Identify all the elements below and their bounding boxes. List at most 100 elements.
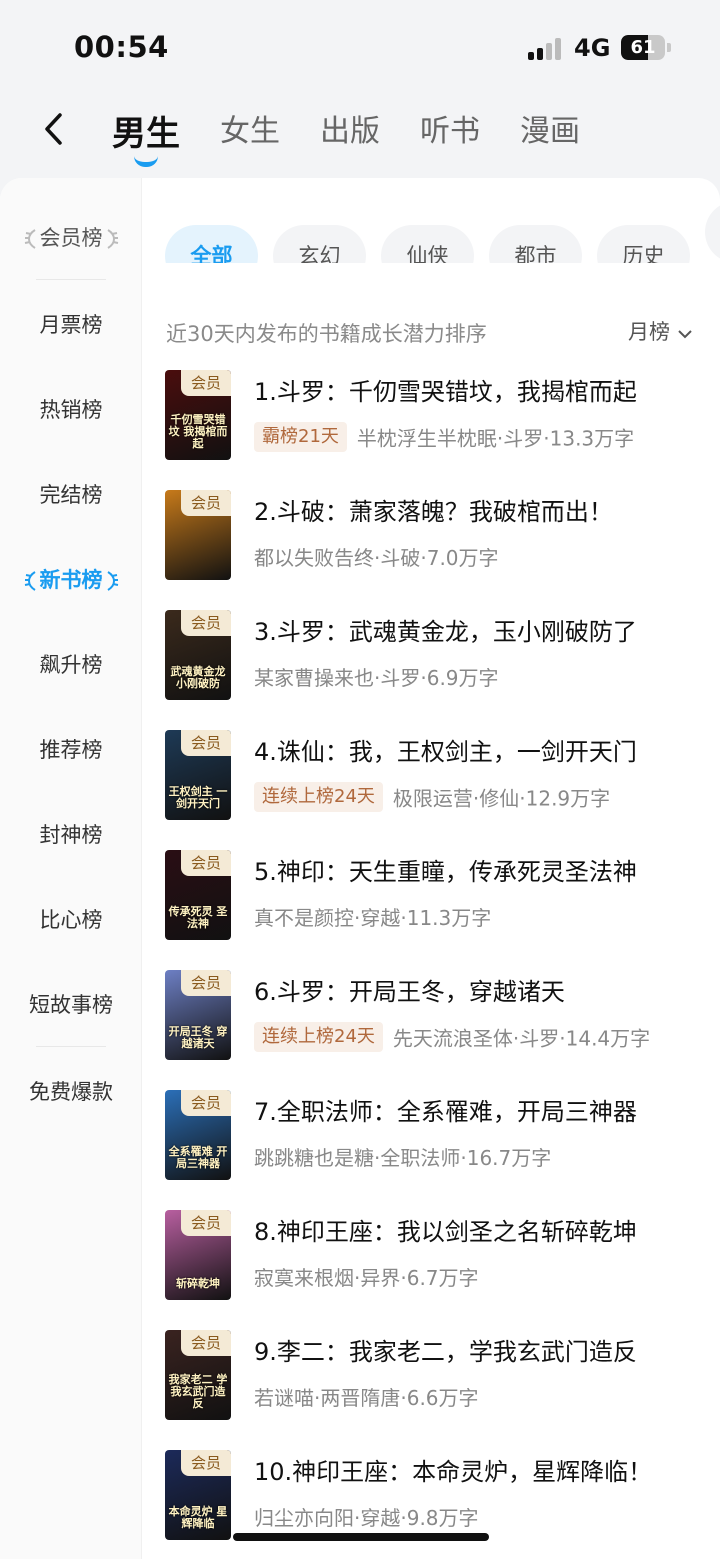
gender-tabs: 男生 女生 出版 听书 漫画 bbox=[112, 106, 580, 169]
book-item[interactable]: 会员全系罹难 开局三神器 7.全职法师：全系罹难，开局三神器跳跳糖也是糖·全职法师… bbox=[165, 1090, 705, 1182]
book-meta-row: 都以失败告终·斗破·7.0万字 bbox=[254, 542, 694, 574]
book-item[interactable]: 会员传承死灵 圣法神 5.神印：天生重瞳，传承死灵圣法神真不是颜控·穿越·11.3… bbox=[165, 850, 705, 942]
book-item[interactable]: 会员 斩碎乾坤 8.神印王座：我以剑圣之名斩碎乾坤寂寞来根烟·异界·6.7万字 bbox=[165, 1210, 705, 1302]
laurel-right-icon bbox=[106, 229, 118, 249]
battery-icon: 61 bbox=[621, 35, 671, 60]
sidebar-item-heart[interactable]: 比心榜 bbox=[0, 904, 142, 934]
book-cover[interactable]: 会员 bbox=[165, 490, 231, 580]
cover-title-art: 传承死灵 圣法神 bbox=[168, 905, 228, 930]
chip-xianxia[interactable]: 仙侠 bbox=[381, 225, 474, 263]
tab-publish[interactable]: 出版 bbox=[320, 106, 380, 169]
sort-label: 月榜 bbox=[628, 320, 670, 344]
sidebar-divider bbox=[36, 279, 106, 280]
vip-badge: 会员 bbox=[181, 610, 231, 636]
book-title[interactable]: 4.诛仙：我，王权剑主，一剑开天门 bbox=[254, 732, 694, 767]
book-title[interactable]: 3.斗罗：武魂黄金龙，玉小刚破防了 bbox=[254, 612, 694, 647]
book-cover[interactable]: 会员武魂黄金龙 小刚破防 bbox=[165, 610, 231, 700]
ranking-sidebar: 会员榜 月票榜 热销榜 完结榜 新书榜 飙升榜 推荐榜 封神榜 比心榜 短故事榜… bbox=[0, 178, 142, 1559]
cover-title-art: 本命灵炉 星辉降临 bbox=[168, 1505, 228, 1530]
chip-fantasy[interactable]: 玄幻 bbox=[273, 225, 366, 263]
book-meta: 跳跳糖也是糖·全职法师·16.7万字 bbox=[254, 1146, 552, 1170]
tab-female[interactable]: 女生 bbox=[220, 106, 280, 169]
laurel-left-icon bbox=[24, 571, 36, 591]
chip-history[interactable]: 历史 bbox=[597, 225, 690, 263]
book-title[interactable]: 7.全职法师：全系罹难，开局三神器 bbox=[254, 1092, 694, 1127]
sidebar-item-vip[interactable]: 会员榜 bbox=[0, 222, 142, 252]
chip-all[interactable]: 全部 bbox=[165, 225, 258, 263]
category-chips: 全部 玄幻 仙侠 都市 历史 bbox=[165, 201, 720, 263]
book-item[interactable]: 会员 开局王冬 穿越诸天 6.斗罗：开局王冬，穿越诸天 连续上榜24天 先天流浪圣体·斗… bbox=[165, 970, 705, 1062]
sidebar-item-monthly[interactable]: 月票榜 bbox=[0, 309, 142, 339]
book-item[interactable]: 会员 千仞雪哭错坟 我揭棺而起 1.斗罗：千仞雪哭错坟，我揭棺而起 霸榜21天 半枕浮生… bbox=[165, 370, 705, 462]
chip-more[interactable] bbox=[705, 201, 720, 263]
chevron-down-icon bbox=[677, 330, 692, 339]
book-title[interactable]: 9.李二：我家老二，学我玄武门造反 bbox=[254, 1332, 694, 1367]
book-title[interactable]: 6.斗罗：开局王冬，穿越诸天 bbox=[254, 972, 694, 1007]
book-cover[interactable]: 会员 开局王冬 穿越诸天 bbox=[165, 970, 231, 1060]
book-title[interactable]: 5.神印：天生重瞳，传承死灵圣法神 bbox=[254, 852, 694, 887]
sidebar-item-short-story[interactable]: 短故事榜 bbox=[0, 989, 142, 1019]
book-item[interactable]: 会员 王权剑主 一剑开天门 4.诛仙：我，王权剑主，一剑开天门 连续上榜24天 极限运营… bbox=[165, 730, 705, 822]
book-cover[interactable]: 会员 本命灵炉 星辉降临 bbox=[165, 1450, 231, 1540]
book-cover[interactable]: 会员 王权剑主 一剑开天门 bbox=[165, 730, 231, 820]
book-meta: 真不是颜控·穿越·11.3万字 bbox=[254, 906, 492, 930]
laurel-left-icon bbox=[24, 229, 36, 249]
book-title[interactable]: 8.神印王座：我以剑圣之名斩碎乾坤 bbox=[254, 1212, 694, 1247]
cover-title-art: 斩碎乾坤 bbox=[176, 1277, 220, 1290]
vip-badge: 会员 bbox=[181, 490, 231, 516]
laurel-right-icon bbox=[106, 571, 118, 591]
book-meta: 寂寞来根烟·异界·6.7万字 bbox=[254, 1266, 479, 1290]
list-description: 近30天内发布的书籍成长潜力排序 bbox=[166, 322, 487, 346]
back-button[interactable] bbox=[40, 112, 70, 146]
book-meta: 都以失败告终·斗破·7.0万字 bbox=[254, 546, 499, 570]
book-cover[interactable]: 会员我家老二 学我玄武门造反 bbox=[165, 1330, 231, 1420]
book-item[interactable]: 会员 本命灵炉 星辉降临 10.神印王座：本命灵炉，星辉降临！ 归尘亦向阳·穿越·9.… bbox=[165, 1450, 705, 1542]
sidebar-divider bbox=[36, 1046, 106, 1047]
book-title[interactable]: 10.神印王座：本命灵炉，星辉降临！ bbox=[254, 1452, 694, 1487]
cover-title-art: 我家老二 学我玄武门造反 bbox=[168, 1373, 228, 1410]
book-title[interactable]: 2.斗破：萧家落魄？我破棺而出！ bbox=[254, 492, 694, 527]
book-item[interactable]: 会员武魂黄金龙 小刚破防 3.斗罗：武魂黄金龙，玉小刚破防了某家曹操来也·斗罗·6… bbox=[165, 610, 705, 702]
signal-icon bbox=[528, 38, 564, 60]
sidebar-item-new[interactable]: 新书榜 bbox=[0, 564, 142, 594]
sidebar-item-legend[interactable]: 封神榜 bbox=[0, 819, 142, 849]
book-meta: 归尘亦向阳·穿越·9.8万字 bbox=[254, 1506, 479, 1530]
book-cover[interactable]: 会员全系罹难 开局三神器 bbox=[165, 1090, 231, 1180]
book-meta: 某家曹操来也·斗罗·6.9万字 bbox=[254, 666, 499, 690]
vip-badge: 会员 bbox=[181, 970, 231, 996]
status-time: 00:54 bbox=[74, 30, 169, 64]
header: 男生 女生 出版 听书 漫画 bbox=[0, 96, 720, 176]
book-meta-row: 归尘亦向阳·穿越·9.8万字 bbox=[254, 1502, 694, 1534]
vip-badge: 会员 bbox=[181, 730, 231, 756]
sidebar-item-label: 新书榜 bbox=[39, 568, 103, 592]
sidebar-item-label: 会员榜 bbox=[39, 226, 103, 250]
book-item[interactable]: 会员我家老二 学我玄武门造反 9.李二：我家老二，学我玄武门造反 若谜喵·两晋隋唐·… bbox=[165, 1330, 705, 1422]
book-meta-row: 跳跳糖也是糖·全职法师·16.7万字 bbox=[254, 1142, 694, 1174]
vip-badge: 会员 bbox=[181, 850, 231, 876]
book-item[interactable]: 会员 2.斗破：萧家落魄？我破棺而出！ 都以失败告终·斗破·7.0万字 bbox=[165, 490, 705, 582]
book-cover[interactable]: 会员 千仞雪哭错坟 我揭棺而起 bbox=[165, 370, 231, 460]
sidebar-item-rising[interactable]: 飙升榜 bbox=[0, 649, 142, 679]
sidebar-item-recommend[interactable]: 推荐榜 bbox=[0, 734, 142, 764]
vip-badge: 会员 bbox=[181, 370, 231, 396]
book-cover[interactable]: 会员 斩碎乾坤 bbox=[165, 1210, 231, 1300]
sidebar-item-hot[interactable]: 热销榜 bbox=[0, 394, 142, 424]
ranking-tag: 霸榜21天 bbox=[254, 422, 347, 452]
sort-dropdown[interactable]: 月榜 bbox=[628, 316, 693, 346]
main-content: 会员榜 月票榜 热销榜 完结榜 新书榜 飙升榜 推荐榜 封神榜 比心榜 短故事榜… bbox=[0, 178, 720, 1559]
chip-urban[interactable]: 都市 bbox=[489, 225, 582, 263]
cover-title-art: 武魂黄金龙 小刚破防 bbox=[170, 665, 226, 690]
sidebar-item-free[interactable]: 免费爆款 bbox=[0, 1076, 142, 1106]
book-title[interactable]: 1.斗罗：千仞雪哭错坟，我揭棺而起 bbox=[254, 372, 694, 407]
book-cover[interactable]: 会员传承死灵 圣法神 bbox=[165, 850, 231, 940]
cover-title-art: 全系罹难 开局三神器 bbox=[168, 1145, 228, 1170]
tab-audiobook[interactable]: 听书 bbox=[420, 106, 480, 169]
ranking-tag: 连续上榜24天 bbox=[254, 782, 383, 812]
vip-badge: 会员 bbox=[181, 1090, 231, 1116]
tab-male[interactable]: 男生 bbox=[112, 106, 180, 169]
battery-level: 61 bbox=[630, 37, 656, 58]
tab-comic[interactable]: 漫画 bbox=[520, 106, 580, 169]
book-meta-row: 若谜喵·两晋隋唐·6.6万字 bbox=[254, 1382, 694, 1414]
sidebar-item-finished[interactable]: 完结榜 bbox=[0, 479, 142, 509]
vip-badge: 会员 bbox=[181, 1330, 231, 1356]
